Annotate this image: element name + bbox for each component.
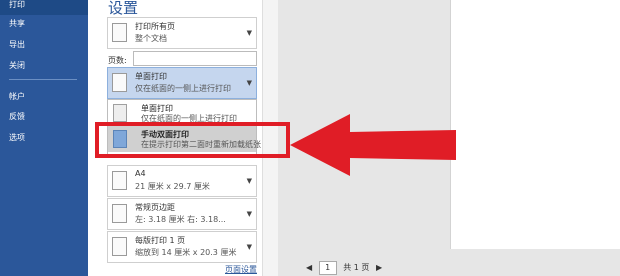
page-total: 共 1 页 — [343, 263, 370, 272]
nav-item-close[interactable]: 关闭 — [0, 56, 88, 76]
print-range-title: 打印所有页 — [135, 22, 175, 31]
chevron-down-icon: ▼ — [246, 243, 252, 251]
chevron-down-icon: ▼ — [246, 79, 252, 87]
print-range-dropdown[interactable]: 打印所有页 整个文档 ▼ — [107, 17, 257, 49]
backstage-nav: 打印 共享 导出 关闭 帐户 反馈 选项 — [0, 0, 88, 276]
single-sided-icon — [113, 104, 127, 122]
pages-per-sheet-subtitle: 缩放到 14 厘米 x 20.3 厘米 — [135, 248, 237, 257]
nav-item-print[interactable]: 打印 — [0, 0, 88, 15]
nav-item-feedback[interactable]: 反馈 — [0, 107, 88, 127]
nav-divider — [9, 79, 77, 80]
margins-subtitle: 左: 3.18 厘米 右: 3.18... — [135, 215, 226, 224]
chevron-down-icon: ▼ — [246, 29, 252, 37]
nav-item-account[interactable]: 帐户 — [0, 87, 88, 107]
margins-dropdown[interactable]: 常规页边距 左: 3.18 厘米 右: 3.18... ▼ — [107, 198, 257, 230]
pages-per-sheet-icon — [112, 237, 127, 256]
red-arrow-icon — [290, 114, 456, 176]
settings-title: 设置 — [108, 0, 139, 17]
paper-icon — [112, 171, 127, 190]
duplex-title: 单面打印 — [135, 72, 167, 81]
duplex-dropdown[interactable]: 单面打印 仅在纸面的一侧上进行打印 ▼ — [107, 67, 257, 99]
highlight-box — [95, 122, 290, 158]
document-icon — [112, 23, 127, 42]
duplex-subtitle: 仅在纸面的一侧上进行打印 — [135, 84, 231, 93]
page-number-input[interactable]: 1 — [318, 261, 337, 275]
paper-subtitle: 21 厘米 x 29.7 厘米 — [135, 182, 210, 191]
page-navigation: ◀ 1 共 1 页 ▶ — [306, 261, 382, 275]
chevron-down-icon: ▼ — [246, 177, 252, 185]
print-range-subtitle: 整个文档 — [135, 34, 167, 43]
single-sided-icon — [112, 73, 127, 92]
pages-per-sheet-title: 每版打印 1 页 — [135, 236, 186, 245]
prev-page-icon[interactable]: ◀ — [306, 263, 312, 272]
next-page-icon[interactable]: ▶ — [376, 263, 382, 272]
margins-title: 常规页边距 — [135, 203, 175, 212]
pages-input[interactable] — [133, 51, 257, 66]
nav-item-share[interactable]: 共享 — [0, 14, 88, 34]
pages-label: 页数: — [108, 56, 127, 65]
nav-item-options[interactable]: 选项 — [0, 128, 88, 148]
chevron-down-icon: ▼ — [246, 210, 252, 218]
margins-icon — [112, 204, 127, 223]
page-setup-link[interactable]: 页面设置 — [225, 264, 257, 275]
preview-page — [450, 0, 620, 249]
paper-size-dropdown[interactable]: A4 21 厘米 x 29.7 厘米 ▼ — [107, 165, 257, 197]
nav-item-export[interactable]: 导出 — [0, 35, 88, 55]
paper-title: A4 — [135, 169, 146, 178]
pages-per-sheet-dropdown[interactable]: 每版打印 1 页 缩放到 14 厘米 x 20.3 厘米 ▼ — [107, 231, 257, 263]
